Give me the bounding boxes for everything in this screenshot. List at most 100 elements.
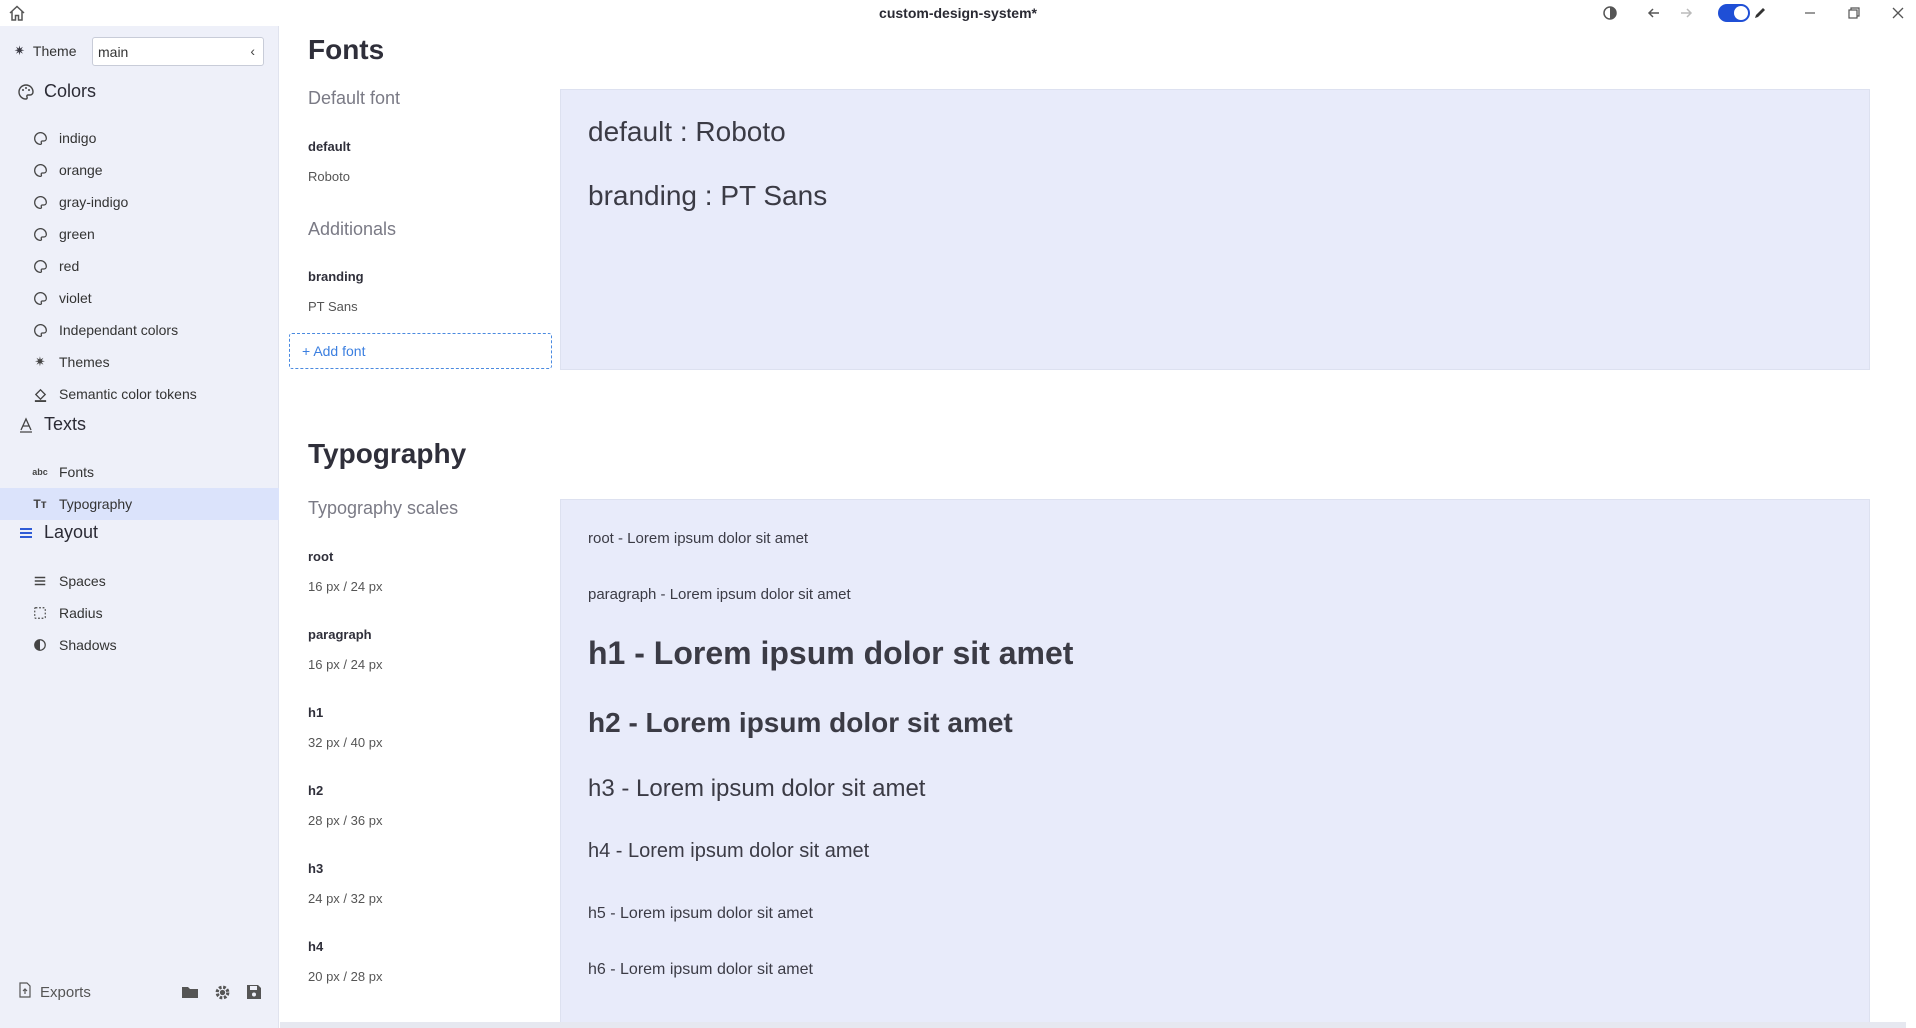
sidebar-item-label: orange (59, 162, 103, 178)
minimize-icon[interactable] (1799, 2, 1821, 24)
paint-bucket-icon (31, 387, 49, 402)
palette-icon (31, 195, 49, 210)
scale-name: root (308, 549, 334, 564)
sidebar-item-shadows[interactable]: Shadows (0, 629, 279, 661)
sidebar-item-typography[interactable]: Tт Typography (0, 488, 279, 520)
section-texts[interactable]: Texts (16, 414, 86, 435)
sun-icon: ✷ (14, 43, 25, 58)
sidebar-item-themes[interactable]: ✷ Themes (0, 346, 279, 378)
window-title: custom-design-system* (879, 5, 1037, 21)
edit-mode-toggle[interactable] (1718, 4, 1750, 22)
palette-icon (31, 131, 49, 146)
preview-h4: h4 - Lorem ipsum dolor sit amet (588, 840, 870, 862)
spaces-icon (31, 574, 49, 588)
fonts-title: Fonts (308, 34, 385, 65)
theme-label: Theme (32, 43, 77, 59)
sidebar-item-label: green (59, 226, 95, 242)
pencil-icon (1749, 2, 1771, 24)
preview-default-font: default : Roboto (588, 116, 786, 147)
branding-font-key: branding (308, 269, 364, 284)
arrow-left-icon[interactable] (1643, 2, 1665, 24)
font-icon: abc (32, 467, 48, 477)
title-bar: custom-design-system* (0, 0, 1916, 26)
palette-icon (31, 291, 49, 306)
scale-name: h1 (308, 705, 324, 720)
restore-icon[interactable] (1843, 2, 1865, 24)
contrast-icon[interactable] (1599, 2, 1621, 24)
preview-branding-font: branding : PT Sans (588, 180, 828, 211)
close-icon[interactable] (1887, 2, 1909, 24)
exports-label: Exports (40, 983, 91, 1001)
text-icon (16, 416, 36, 433)
chevron-left-icon[interactable]: ‹ (250, 43, 255, 59)
add-font-label: Add font (313, 343, 366, 359)
preview-h3: h3 - Lorem ipsum dolor sit amet (588, 775, 926, 802)
sidebar-item-label: Fonts (59, 464, 95, 480)
default-font-value[interactable]: Roboto (308, 169, 350, 184)
sidebar-item-independant-colors[interactable]: Independant colors (0, 314, 279, 346)
sidebar-item-label: Radius (59, 605, 103, 621)
scale-value[interactable]: 28 px / 36 px (308, 813, 382, 828)
palette-icon (31, 323, 49, 338)
gear-icon[interactable] (212, 982, 232, 1002)
sidebar-item-label: Semantic color tokens (59, 386, 197, 402)
typography-scales-heading: Typography scales (308, 498, 459, 518)
preview-h5: h5 - Lorem ipsum dolor sit amet (588, 905, 813, 922)
scale-value[interactable]: 24 px / 32 px (308, 891, 382, 906)
arrow-right-icon[interactable] (1675, 2, 1697, 24)
sidebar-item-spaces[interactable]: Spaces (0, 565, 279, 597)
sidebar-item-indigo[interactable]: indigo (0, 122, 279, 154)
preview-h6: h6 - Lorem ipsum dolor sit amet (588, 961, 813, 978)
scale-value[interactable]: 16 px / 24 px (308, 657, 382, 672)
sidebar-item-semantic-color-tokens[interactable]: Semantic color tokens (0, 378, 279, 410)
additionals-heading: Additionals (308, 219, 397, 239)
typography-preview-panel: root - Lorem ipsum dolor sit amet paragr… (560, 499, 1870, 1022)
exports-button[interactable]: Exports (18, 982, 91, 1002)
sidebar: ✷ Theme main ‹ Colors indigo orange gray… (0, 26, 279, 1028)
sidebar-item-label: red (59, 258, 80, 274)
section-layout[interactable]: Layout (16, 522, 98, 543)
scale-name: h4 (308, 939, 324, 954)
sidebar-item-label: violet (59, 290, 92, 306)
layout-title: Layout (44, 522, 99, 542)
layout-icon (16, 525, 36, 541)
save-icon[interactable] (244, 982, 264, 1002)
bottom-border (280, 1022, 1906, 1028)
typography-icon: Tт (33, 497, 47, 511)
sidebar-item-label: Typography (59, 496, 133, 512)
palette-icon (31, 259, 49, 274)
sidebar-item-red[interactable]: red (0, 250, 279, 282)
sidebar-item-fonts[interactable]: abc Fonts (0, 456, 279, 488)
theme-select[interactable]: main ‹ (92, 37, 264, 66)
scale-name: paragraph (308, 627, 372, 642)
sidebar-item-gray-indigo[interactable]: gray-indigo (0, 186, 279, 218)
main-content: Fonts Default font default Roboto Additi… (280, 26, 1906, 1022)
scale-name: h2 (308, 783, 324, 798)
scale-value[interactable]: 16 px / 24 px (308, 579, 382, 594)
sidebar-item-label: Shadows (59, 637, 117, 653)
palette-icon (31, 227, 49, 242)
preview-root: root - Lorem ipsum dolor sit amet (588, 530, 809, 547)
sidebar-item-label: Themes (59, 354, 110, 370)
scale-value[interactable]: 20 px / 28 px (308, 969, 382, 984)
scale-name: h3 (308, 861, 324, 876)
palette-icon (31, 163, 49, 178)
folder-icon[interactable] (180, 982, 200, 1002)
sidebar-item-label: Independant colors (59, 322, 179, 338)
sidebar-item-orange[interactable]: orange (0, 154, 279, 186)
scale-value[interactable]: 32 px / 40 px (308, 735, 382, 750)
sidebar-item-radius[interactable]: Radius (0, 597, 279, 629)
colors-title: Colors (44, 81, 97, 101)
sidebar-item-label: gray-indigo (59, 194, 129, 210)
sidebar-item-green[interactable]: green (0, 218, 279, 250)
default-font-heading: Default font (308, 88, 401, 108)
sidebar-item-violet[interactable]: violet (0, 282, 279, 314)
typography-title: Typography (308, 438, 467, 469)
add-font-button[interactable]: + Add font (289, 333, 552, 369)
fonts-preview-panel: default : Roboto branding : PT Sans (560, 89, 1870, 370)
shadow-icon (31, 638, 49, 652)
branding-font-value[interactable]: PT Sans (308, 299, 358, 314)
radius-icon (31, 606, 49, 620)
sidebar-item-label: Spaces (59, 573, 106, 589)
section-colors[interactable]: Colors (16, 81, 96, 102)
